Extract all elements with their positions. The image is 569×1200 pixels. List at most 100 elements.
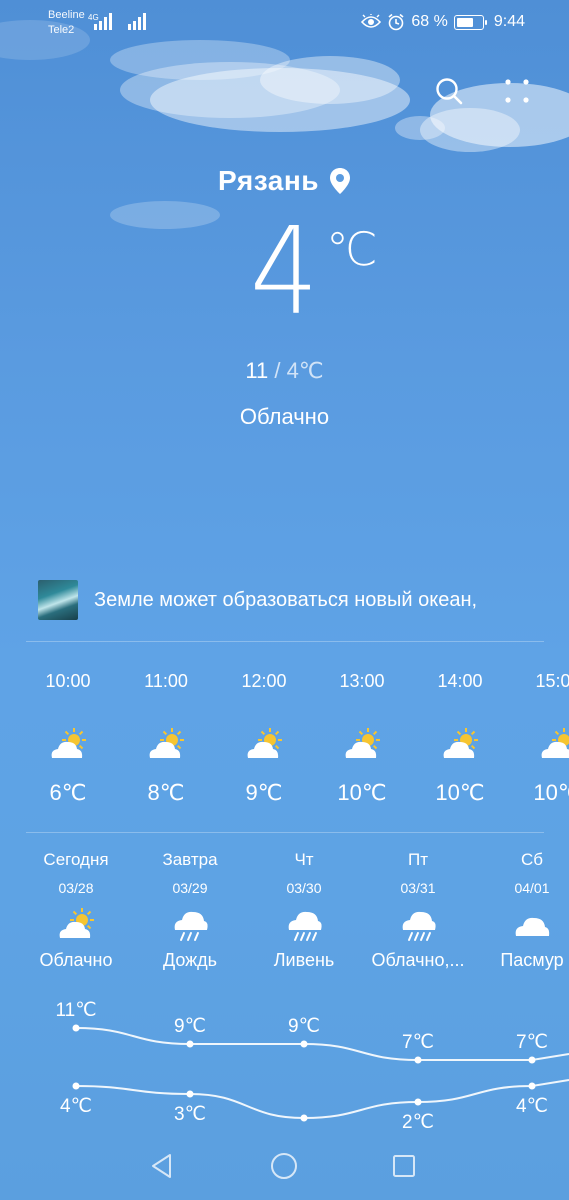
low-temp-point xyxy=(414,1098,422,1106)
daily-item[interactable]: Сб 04/01 Пасмур xyxy=(475,848,569,971)
search-icon xyxy=(436,78,463,105)
day-condition: Пасмур xyxy=(500,950,564,970)
daily-item[interactable]: Чт 03/30 Ливень xyxy=(247,848,361,971)
low-temp-label: 3℃ xyxy=(174,1104,206,1125)
temperature-graph: 11℃4℃9℃3℃9℃7℃2℃7℃4℃ xyxy=(55,1000,569,1133)
back-triangle-icon xyxy=(152,1154,171,1178)
hourly-item[interactable]: 10:00 6℃ xyxy=(19,668,117,806)
clock: 9:44 xyxy=(493,13,525,30)
alarm-icon xyxy=(388,13,404,31)
hour-time: 10:00 xyxy=(45,671,91,691)
daily-item[interactable]: Завтра 03/29 Дождь xyxy=(133,848,247,971)
hour-time: 11:00 xyxy=(144,671,188,691)
recents-square-icon xyxy=(393,1155,415,1177)
hour-time: 14:00 xyxy=(437,671,483,691)
home-circle-icon xyxy=(271,1153,297,1179)
hour-temp: 6℃ xyxy=(49,780,87,805)
hourly-item[interactable]: 15:00 10℃ xyxy=(509,668,569,806)
low-temp-point xyxy=(300,1114,308,1122)
hour-temp: 9℃ xyxy=(245,780,283,805)
news-headline[interactable]: Земле может образоваться новый океан, xyxy=(94,589,477,612)
navigation-bar xyxy=(0,1130,569,1200)
news-banner[interactable]: Земле может образоваться новый океан, xyxy=(38,580,558,620)
hourly-item[interactable]: 12:00 9℃ xyxy=(215,668,313,806)
hourly-forecast[interactable]: 10:00 6℃ 11:00 8℃ 12:00 9℃ 13:00 10℃ 14:00 10℃ 15:… xyxy=(0,668,569,818)
current-condition: Облачно xyxy=(239,404,330,429)
high-temp-label: 9℃ xyxy=(174,1016,206,1037)
hourly-item[interactable]: 13:00 10℃ xyxy=(313,668,411,806)
high-temp-label: 11℃ xyxy=(55,1000,96,1021)
status-bar: Beeline Tele2 4G 68 % 9:44 xyxy=(0,0,569,48)
low-temp-point xyxy=(186,1090,194,1098)
home-button[interactable] xyxy=(266,1148,302,1184)
partly-cloudy-icon xyxy=(48,728,88,762)
rain-cloud-icon xyxy=(170,908,210,942)
low-temp-point xyxy=(528,1082,536,1090)
location-pin-icon xyxy=(329,168,350,194)
hourly-item[interactable]: 11:00 8℃ xyxy=(117,668,215,806)
carrier-1: Beeline xyxy=(48,9,85,21)
signal-icon-2 xyxy=(128,13,146,30)
high-low-separator: / xyxy=(274,358,281,383)
partly-cloudy-icon xyxy=(146,728,186,762)
high-temp-point xyxy=(300,1040,308,1048)
day-condition: Облачно xyxy=(39,950,113,970)
heavy-rain-cloud-icon xyxy=(284,908,324,942)
low-temp-line xyxy=(75,1079,569,1120)
heavy-rain-cloud-icon xyxy=(398,908,438,942)
more-dots-icon xyxy=(505,79,529,103)
divider xyxy=(26,832,544,833)
hour-temp: 8℃ xyxy=(147,780,185,805)
hour-time: 12:00 xyxy=(241,671,287,691)
recents-button[interactable] xyxy=(386,1148,422,1184)
high-temp: 11 xyxy=(245,358,269,383)
high-low-temperature: 11 / 4℃ xyxy=(0,358,569,384)
current-temperature: 4 ℃ xyxy=(0,208,569,338)
day-name: Сб xyxy=(520,850,543,869)
day-name: Сегодня xyxy=(43,850,109,869)
more-button[interactable] xyxy=(500,74,534,108)
temperature-value: 4 xyxy=(250,203,319,342)
battery-icon xyxy=(453,14,487,30)
carrier-2: Tele2 xyxy=(48,24,75,36)
day-date: 03/28 xyxy=(58,880,94,896)
hourly-item[interactable]: 14:00 10℃ xyxy=(411,668,509,806)
high-temp-line xyxy=(75,1027,569,1061)
day-name: Чт xyxy=(294,850,314,869)
daily-item[interactable]: Сегодня 03/28 Облачно xyxy=(19,848,133,971)
day-date: 03/30 xyxy=(286,880,322,896)
low-temp: 4℃ xyxy=(286,358,324,383)
high-temp-label: 9℃ xyxy=(288,1016,320,1037)
search-button[interactable] xyxy=(432,74,466,108)
partly-cloudy-icon xyxy=(440,728,480,762)
divider xyxy=(26,641,544,642)
day-date: 03/29 xyxy=(172,880,208,896)
day-condition: Ливень xyxy=(273,950,335,970)
high-temp-point xyxy=(72,1024,80,1032)
day-name: Пт xyxy=(407,850,428,869)
location-header[interactable]: Рязань xyxy=(0,165,569,197)
day-date: 04/01 xyxy=(514,880,550,896)
news-thumbnail xyxy=(38,580,78,620)
partly-cloudy-icon xyxy=(56,908,96,942)
partly-cloudy-icon xyxy=(342,728,382,762)
hour-time: 15:00 xyxy=(535,671,569,691)
high-temp-label: 7℃ xyxy=(402,1032,434,1053)
high-temp-label: 7℃ xyxy=(516,1032,548,1053)
carrier-labels: Beeline Tele2 xyxy=(48,8,85,38)
low-temp-label: 4℃ xyxy=(60,1096,92,1117)
low-temp-label: 4℃ xyxy=(516,1096,548,1117)
daily-item[interactable]: Пт 03/31 Облачно,... xyxy=(361,848,475,971)
day-name: Завтра xyxy=(162,850,218,869)
signal-icon-1 xyxy=(94,13,112,30)
day-date: 03/31 xyxy=(400,880,436,896)
daily-forecast[interactable]: Сегодня 03/28 Облачно Завтра 03/29 Дождь Чт 03/… xyxy=(0,848,569,988)
day-condition: Дождь xyxy=(162,950,218,970)
city-name[interactable]: Рязань xyxy=(218,165,319,197)
back-button[interactable] xyxy=(144,1148,180,1184)
temperature-unit: ℃ xyxy=(326,222,378,276)
partly-cloudy-icon xyxy=(244,728,284,762)
cloud-icon xyxy=(512,908,552,942)
eye-comfort-icon xyxy=(361,14,382,28)
battery-percent: 68 % xyxy=(411,13,448,30)
